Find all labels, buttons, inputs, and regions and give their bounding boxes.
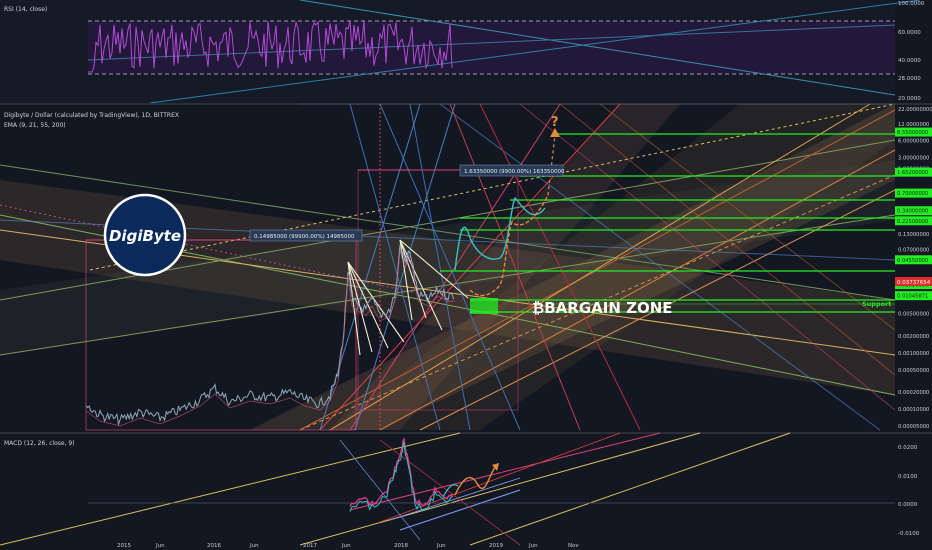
price-tick: 0.07000000 <box>898 247 929 253</box>
time-tick: 2019 <box>489 543 503 549</box>
price-level-label: 0.34000000 <box>897 209 928 215</box>
price-tick: 0.00500000 <box>898 312 929 318</box>
time-tick: 2016 <box>207 543 221 549</box>
price-tick: 0.00050000 <box>898 368 929 374</box>
support-label: Support <box>862 300 891 308</box>
price-tick: 3.00000000 <box>898 156 929 162</box>
rsi-tick: 60.0000 <box>898 30 921 36</box>
price-level-label: 0.70000000 <box>897 191 928 197</box>
price-tick: 0.00100000 <box>898 351 929 357</box>
time-tick: 2017 <box>303 543 317 549</box>
time-tick: Jun <box>528 543 538 549</box>
price-tick: 0.00005000 <box>898 424 929 430</box>
time-tick: Jun <box>436 543 446 549</box>
bargain-zone-label: ₿BARGAIN ZONE <box>532 299 673 317</box>
measure-label-1: 0.14985000 (99900.00%) 14985000 <box>254 234 355 240</box>
measure-label-2: 1.63350000 (9900.00%) 163350000 <box>464 169 565 175</box>
price-tick: 0.00200000 <box>898 334 929 340</box>
rsi-tick: 20.0000 <box>898 96 921 102</box>
current-price-label: 0.03737654 <box>897 280 931 286</box>
macd-tick: -0.0100 <box>898 531 920 537</box>
symbol-title: Digibyte / Dollar (calculated by Trading… <box>4 112 179 119</box>
ema-label: EMA (9, 21, 55, 200) <box>4 122 66 129</box>
time-tick: Jun <box>341 543 351 549</box>
time-tick: Nov <box>568 543 579 549</box>
price-tick: 0.13000000 <box>898 232 929 238</box>
price-level-label: 0.04550000 <box>897 258 928 264</box>
time-tick: 2018 <box>394 543 408 549</box>
time-tick: 2015 <box>117 543 131 549</box>
price-level-label: 8.55000000 <box>897 130 928 136</box>
macd-tick: 0.0100 <box>898 474 918 480</box>
price-tick: 6.00000000 <box>898 139 929 145</box>
price-tick: 22.00000000 <box>898 107 932 113</box>
price-tick: 0.00020000 <box>898 390 929 396</box>
time-tick: Jun <box>249 543 259 549</box>
macd-label: MACD (12, 26, close, 9) <box>4 440 75 447</box>
time-tick: Jun <box>155 543 165 549</box>
price-tick: 0.00010000 <box>898 407 929 413</box>
rsi-tick: 40.0000 <box>898 58 921 64</box>
chart-canvas[interactable]: RSI (14, close) 100.0000 60.0000 40.0000… <box>0 0 932 550</box>
digibyte-logo-text: DigiByte <box>109 227 181 245</box>
price-tick: 12.0000000 <box>898 122 929 128</box>
rsi-tick: 100.0000 <box>898 1 925 7</box>
rsi-tick: 28.0000 <box>898 76 921 82</box>
macd-tick: 0.0000 <box>898 502 918 508</box>
question-mark: ? <box>551 115 559 130</box>
price-level-label: 0.01045871 <box>897 294 928 300</box>
macd-tick: 0.0200 <box>898 445 918 451</box>
price-level-label: 0.22500000 <box>897 219 928 225</box>
rsi-label: RSI (14, close) <box>4 6 47 13</box>
rsi-pane[interactable]: RSI (14, close) <box>0 0 921 104</box>
price-level-label: 1.65200000 <box>897 170 928 176</box>
